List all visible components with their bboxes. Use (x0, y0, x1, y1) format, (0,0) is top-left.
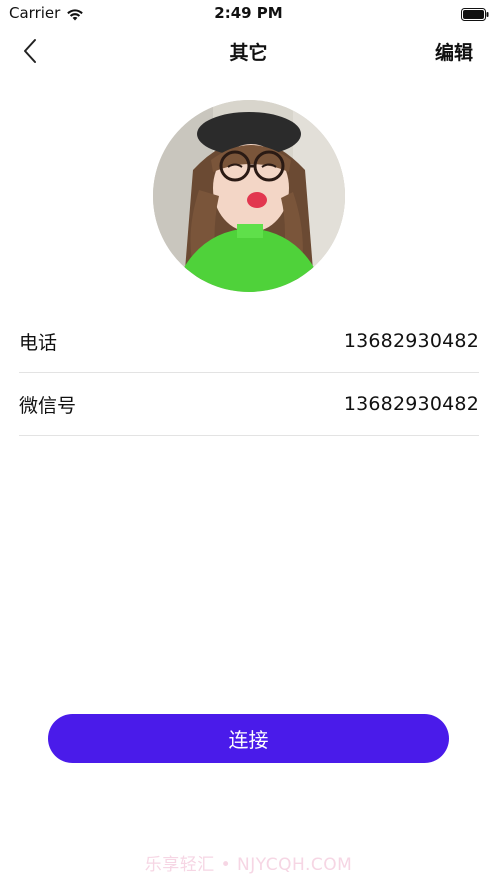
connect-button[interactable]: 连接 (48, 714, 449, 763)
phone-row: 电话 13682930482 (19, 310, 479, 373)
watermark: 乐享轻汇 • NJYCQH.COM (144, 855, 353, 875)
avatar (153, 100, 345, 292)
phone-value: 13682930482 (343, 330, 479, 352)
phone-label: 电话 (19, 331, 58, 354)
info-list: 电话 13682930482 微信号 13682930482 (19, 310, 479, 436)
status-bar: Carrier 2:49 PM (0, 0, 497, 26)
wechat-value: 13682930482 (343, 393, 479, 415)
status-time: 2:49 PM (214, 4, 283, 22)
nav-bar: 其它 编辑 (0, 26, 497, 76)
wechat-row: 微信号 13682930482 (19, 373, 479, 436)
wechat-label: 微信号 (19, 394, 77, 417)
edit-button[interactable]: 编辑 (435, 38, 473, 65)
page-title: 其它 (229, 42, 268, 64)
battery-icon (461, 6, 489, 21)
